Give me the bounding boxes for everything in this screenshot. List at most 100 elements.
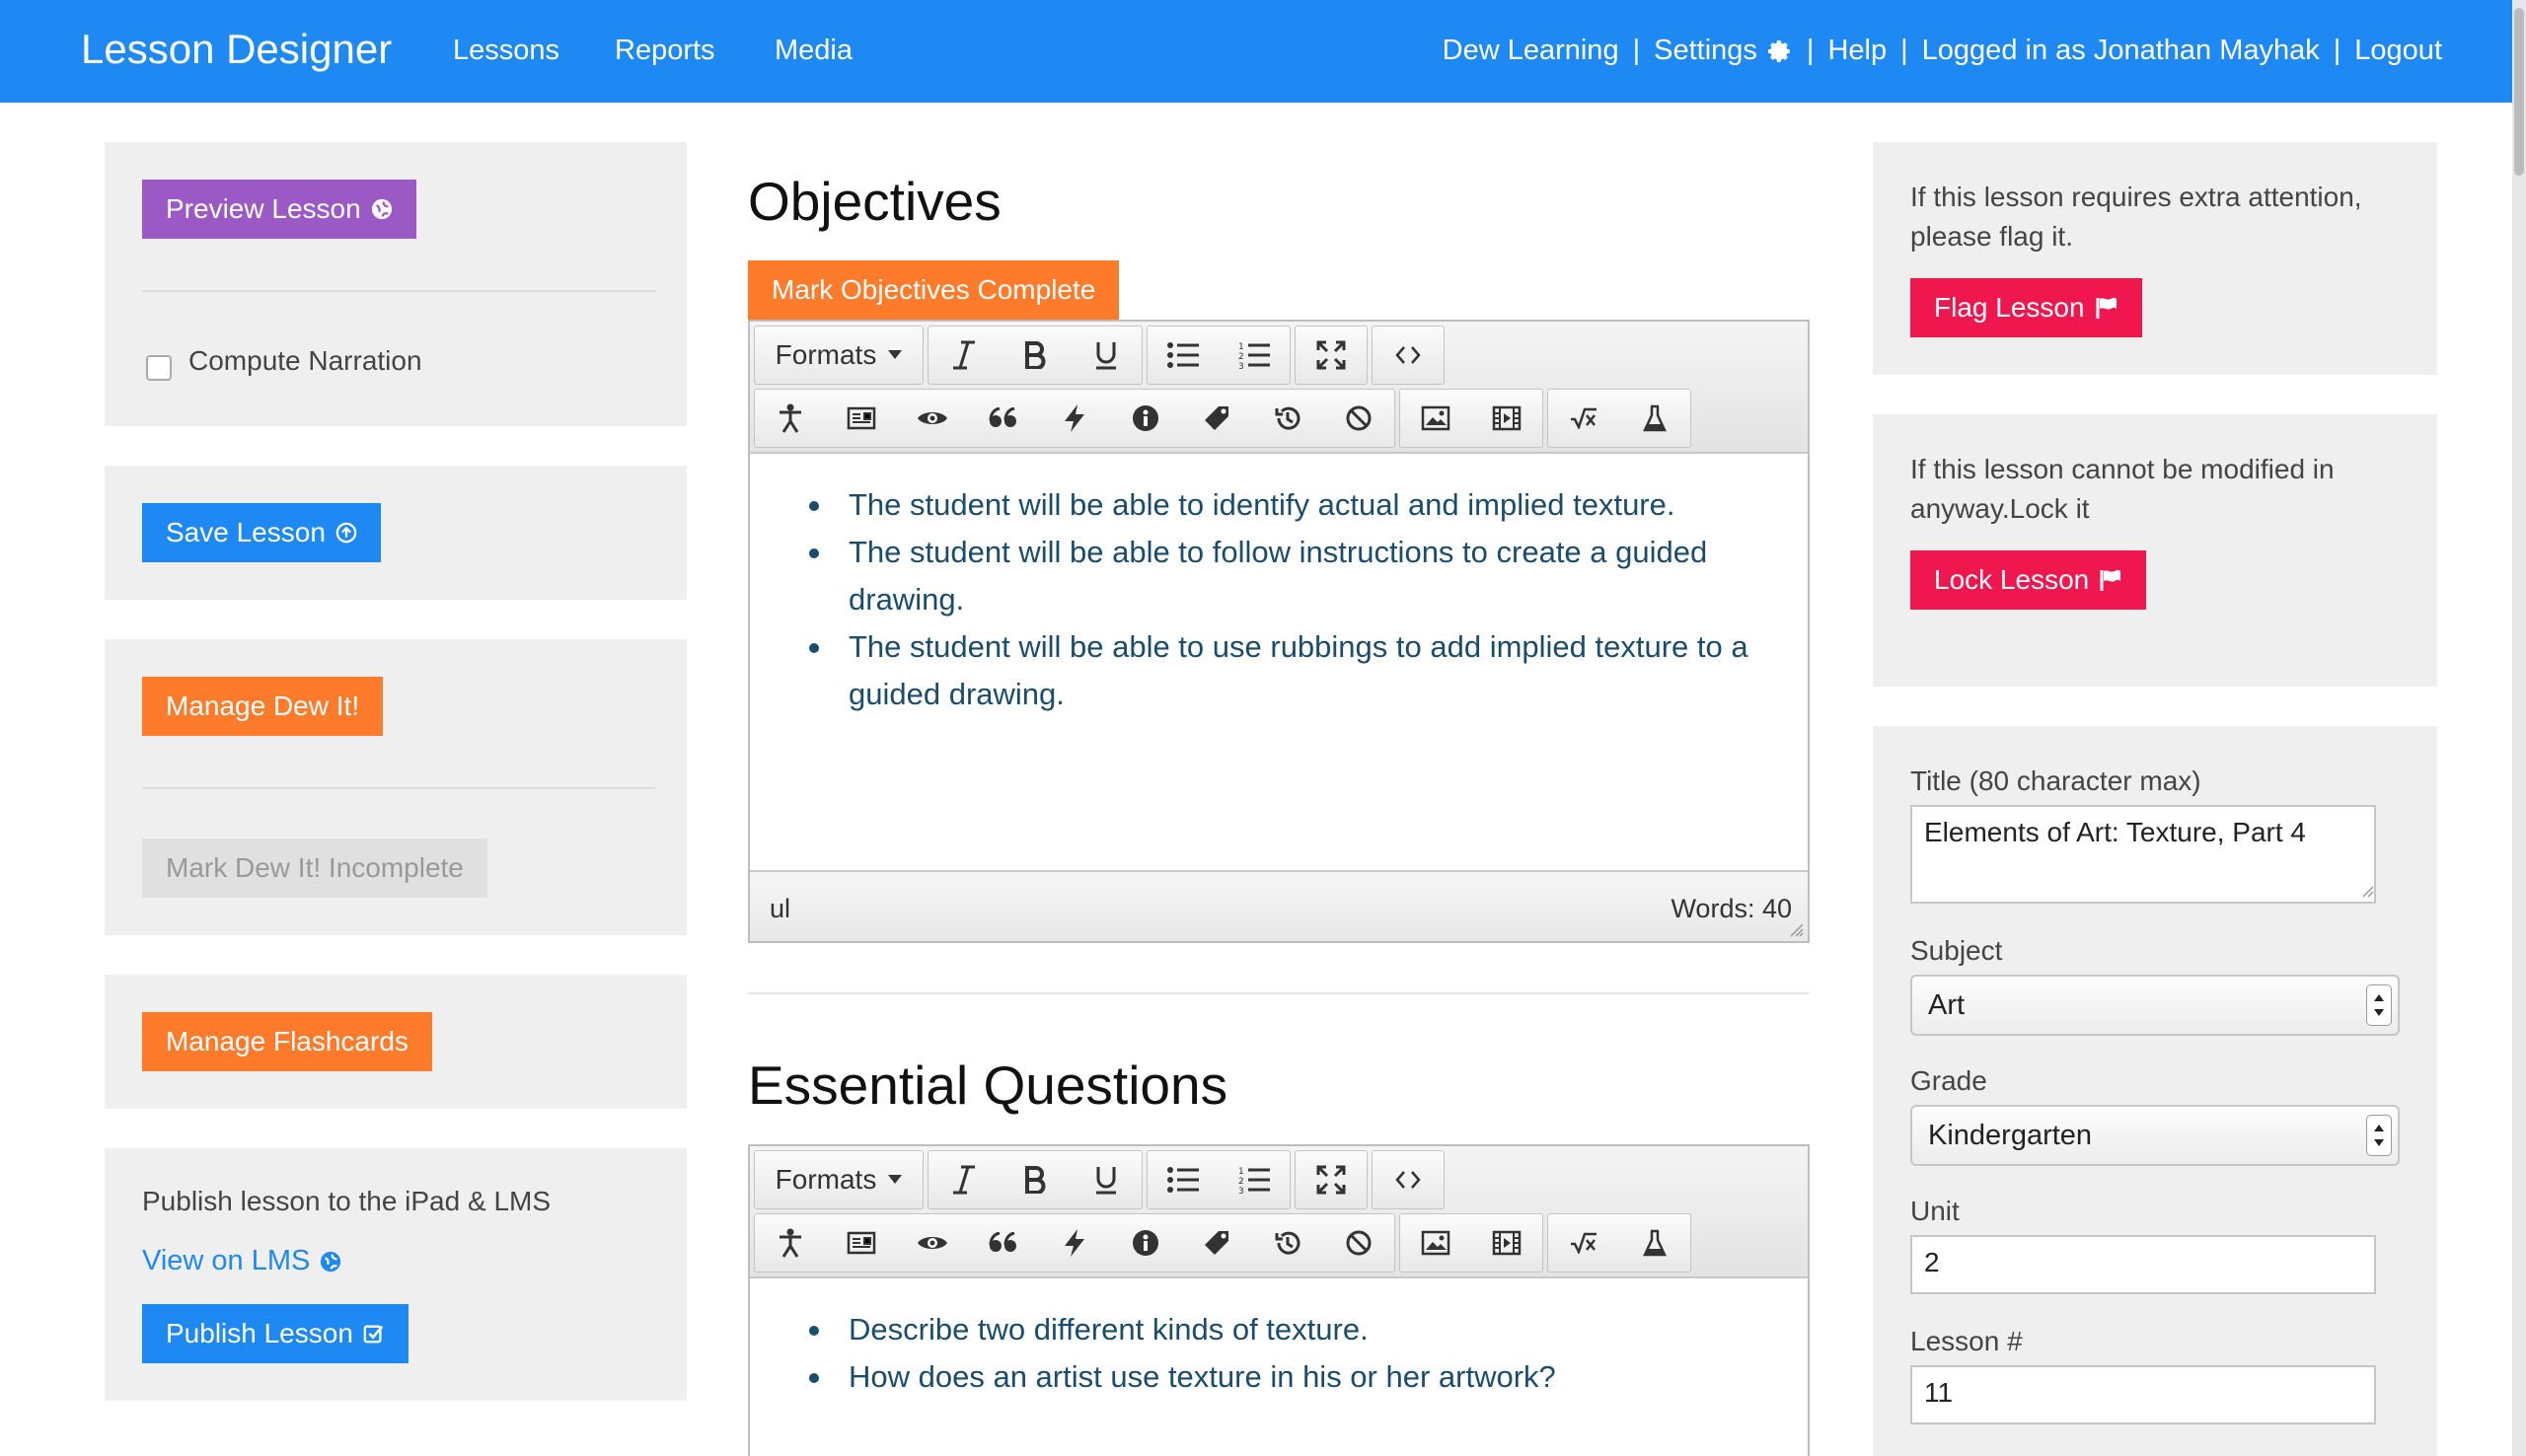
formats-dropdown[interactable]: Formats: [755, 327, 923, 384]
lightning-icon[interactable]: [1039, 1214, 1110, 1272]
flask-icon[interactable]: [1619, 1214, 1690, 1272]
save-lesson-button[interactable]: Save Lesson: [142, 503, 381, 562]
eye-icon[interactable]: [897, 1214, 968, 1272]
manage-dew-it-button[interactable]: Manage Dew It!: [142, 677, 384, 736]
essential-questions-editor[interactable]: Formats 123 Describe two different kinds…: [748, 1144, 1810, 1456]
compute-narration-checkbox[interactable]: [146, 355, 172, 381]
nav-lessons[interactable]: Lessons: [453, 35, 559, 67]
fullscreen-icon[interactable]: [1296, 327, 1367, 384]
essential-questions-content[interactable]: Describe two different kinds of texture.…: [809, 1306, 1796, 1401]
underline-icon[interactable]: [1071, 1151, 1142, 1208]
objectives-editor[interactable]: Formats 123 The student will be able to …: [748, 320, 1810, 943]
subject-label: Subject: [1910, 935, 2003, 966]
history-icon[interactable]: [1252, 390, 1323, 447]
eye-icon[interactable]: [897, 390, 968, 447]
editor-statusbar: ul Words: 40: [750, 870, 1808, 941]
editor-toolbar: Formats 123: [750, 1146, 1808, 1278]
mark-dew-it-incomplete-button[interactable]: Mark Dew It! Incomplete: [142, 838, 487, 898]
sqrt-icon[interactable]: [1548, 1214, 1619, 1272]
formats-dropdown[interactable]: Formats: [755, 1151, 923, 1208]
fullscreen-icon[interactable]: [1296, 1151, 1367, 1208]
compute-narration-label: Compute Narration: [188, 345, 422, 376]
flag-lesson-button[interactable]: Flag Lesson: [1910, 278, 2142, 337]
element-path[interactable]: ul: [770, 894, 790, 924]
info-icon[interactable]: [1110, 1214, 1181, 1272]
image-icon[interactable]: [1400, 390, 1471, 447]
nav-logout-link[interactable]: Logout: [2354, 35, 2442, 67]
flag-description: If this lesson requires extra attention,…: [1910, 182, 2362, 252]
tag-icon[interactable]: [1181, 1214, 1252, 1272]
resize-handle-icon[interactable]: [1788, 921, 1804, 937]
publish-description: Publish lesson to the iPad & LMS: [142, 1186, 552, 1216]
checkbox-icon: [363, 1325, 384, 1344]
flask-icon[interactable]: [1619, 390, 1690, 447]
nav-reports[interactable]: Reports: [615, 35, 715, 67]
tag-icon[interactable]: [1181, 390, 1252, 447]
nav-user-label[interactable]: Logged in as Jonathan Mayhak: [1922, 35, 2320, 67]
divider: [142, 290, 655, 292]
lightning-icon[interactable]: [1039, 390, 1110, 447]
newspaper-icon[interactable]: [826, 390, 897, 447]
quote-icon[interactable]: [968, 1214, 1039, 1272]
page-scrollbar[interactable]: [2512, 0, 2526, 1456]
block-icon[interactable]: [1323, 1214, 1394, 1272]
video-icon[interactable]: [1471, 390, 1542, 447]
bold-icon[interactable]: [1000, 1151, 1071, 1208]
subject-select[interactable]: Art: [1910, 975, 2400, 1036]
svg-text:2: 2: [1238, 1177, 1244, 1187]
quote-icon[interactable]: [968, 390, 1039, 447]
nav-help-link[interactable]: Help: [1827, 35, 1887, 67]
dew-it-panel: Manage Dew It! Mark Dew It! Incomplete: [105, 639, 687, 935]
underline-icon[interactable]: [1071, 327, 1142, 384]
bullet-list-icon[interactable]: [1148, 327, 1219, 384]
editor-toolbar: Formats 123: [750, 322, 1808, 454]
grade-label: Grade: [1910, 1065, 1987, 1096]
preview-lesson-button[interactable]: Preview Lesson: [142, 180, 416, 239]
flag-lesson-label: Flag Lesson: [1934, 292, 2085, 323]
objectives-heading: Objectives: [748, 171, 1002, 232]
nav-media[interactable]: Media: [775, 35, 853, 67]
bullet-list-icon[interactable]: [1148, 1151, 1219, 1208]
video-icon[interactable]: [1471, 1214, 1542, 1272]
gear-icon: [1768, 39, 1790, 62]
resize-handle-icon[interactable]: [2360, 884, 2374, 898]
scrollbar-thumb[interactable]: [2514, 8, 2524, 176]
svg-text:2: 2: [1238, 352, 1244, 362]
source-code-icon[interactable]: [1373, 1151, 1444, 1208]
image-icon[interactable]: [1400, 1214, 1471, 1272]
nav-settings-link[interactable]: Settings: [1654, 35, 1793, 67]
source-code-icon[interactable]: [1373, 327, 1444, 384]
save-panel: Save Lesson: [105, 466, 687, 600]
title-field[interactable]: Elements of Art: Texture, Part 4: [1910, 805, 2376, 904]
lesson-details-panel: Title (80 character max) Elements of Art…: [1873, 726, 2437, 1456]
publish-lesson-button[interactable]: Publish Lesson: [142, 1304, 409, 1363]
italic-icon[interactable]: [929, 327, 1000, 384]
bold-icon[interactable]: [1000, 327, 1071, 384]
block-icon[interactable]: [1323, 390, 1394, 447]
accessibility-icon[interactable]: [755, 1214, 826, 1272]
section-divider: [748, 992, 1810, 994]
numbered-list-icon[interactable]: 123: [1219, 1151, 1290, 1208]
brand-title[interactable]: Lesson Designer: [81, 26, 392, 73]
unit-field[interactable]: 2: [1910, 1235, 2376, 1294]
flag-icon: [2096, 297, 2117, 319]
italic-icon[interactable]: [929, 1151, 1000, 1208]
mark-objectives-complete-button[interactable]: Mark Objectives Complete: [748, 260, 1120, 320]
manage-flashcards-button[interactable]: Manage Flashcards: [142, 1012, 432, 1071]
info-icon[interactable]: [1110, 390, 1181, 447]
sqrt-icon[interactable]: [1548, 390, 1619, 447]
numbered-list-icon[interactable]: 123: [1219, 327, 1290, 384]
accessibility-icon[interactable]: [755, 390, 826, 447]
flag-icon: [2100, 569, 2121, 591]
lesson-number-label: Lesson #: [1910, 1326, 2023, 1356]
lock-lesson-button[interactable]: Lock Lesson: [1910, 550, 2147, 610]
history-icon[interactable]: [1252, 1214, 1323, 1272]
nav-org-link[interactable]: Dew Learning: [1443, 35, 1619, 67]
newspaper-icon[interactable]: [826, 1214, 897, 1272]
svg-text:1: 1: [1238, 342, 1244, 352]
caret-down-icon: [888, 1175, 903, 1184]
view-on-lms-link[interactable]: View on LMS: [142, 1245, 341, 1277]
grade-select[interactable]: Kindergarten: [1910, 1105, 2400, 1166]
lesson-number-field[interactable]: 11: [1910, 1365, 2376, 1424]
objectives-content[interactable]: The student will be able to identify act…: [809, 481, 1796, 718]
